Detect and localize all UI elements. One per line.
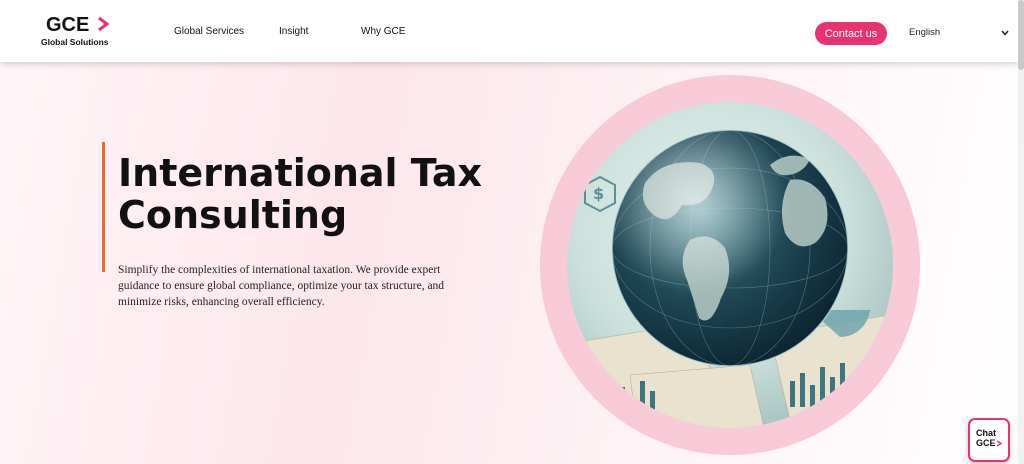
chat-gce-button[interactable]: Chat GCE <box>968 418 1010 462</box>
top-navigation-bar: GCE Global Solutions Global Services Ins… <box>0 0 1018 62</box>
scrollbar-thumb[interactable] <box>1018 0 1024 70</box>
page-scrollbar[interactable] <box>1018 0 1024 464</box>
language-select[interactable]: English <box>909 27 1009 41</box>
chevron-right-icon <box>98 16 110 32</box>
gce-logo[interactable]: GCE Global Solutions <box>40 14 120 48</box>
chat-label-line1: Chat <box>976 428 996 438</box>
nav-why-gce[interactable]: Why GCE <box>361 26 405 37</box>
language-label: English <box>909 27 941 38</box>
arrow-icon <box>996 440 1002 447</box>
chat-label-line2: GCE <box>976 438 996 448</box>
nav-global-services[interactable]: Global Services <box>174 26 244 37</box>
hero-description: Simplify the complexities of internation… <box>118 264 445 308</box>
logo-mark: GCE <box>46 14 90 36</box>
contact-us-button[interactable]: Contact us <box>815 22 887 45</box>
logo-subtitle: Global Solutions <box>41 37 109 47</box>
chevron-down-icon <box>1001 30 1009 36</box>
nav-insight[interactable]: Insight <box>279 26 308 37</box>
hero-title: International Tax Consulting <box>118 151 482 237</box>
hero-globe-image: $ <box>540 75 920 455</box>
title-accent-bar <box>102 142 105 272</box>
svg-text:$: $ <box>593 184 604 203</box>
